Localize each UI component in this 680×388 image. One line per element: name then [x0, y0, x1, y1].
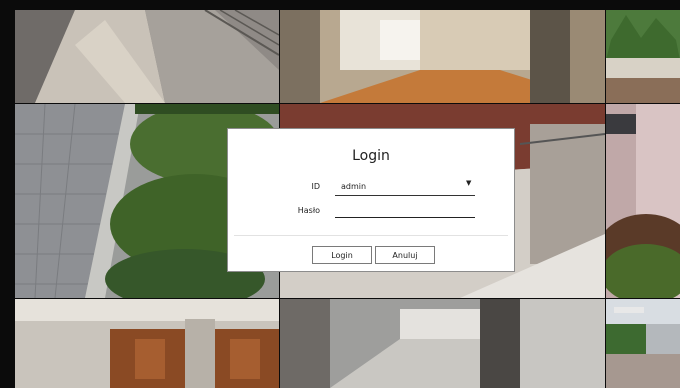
id-label: ID	[311, 182, 320, 191]
login-overlay: Login ID admin ▼ Hasło Login Anuluj	[0, 0, 680, 388]
id-select-value: admin	[341, 182, 367, 191]
chevron-down-icon[interactable]: ▼	[466, 179, 471, 187]
password-label: Hasło	[297, 206, 320, 215]
dialog-divider	[234, 235, 508, 236]
dialog-title: Login	[352, 148, 390, 164]
cancel-button[interactable]: Anuluj	[375, 246, 435, 264]
password-input[interactable]	[335, 204, 475, 218]
login-button[interactable]: Login	[312, 246, 372, 264]
login-dialog: Login ID admin ▼ Hasło Login Anuluj	[227, 128, 515, 272]
